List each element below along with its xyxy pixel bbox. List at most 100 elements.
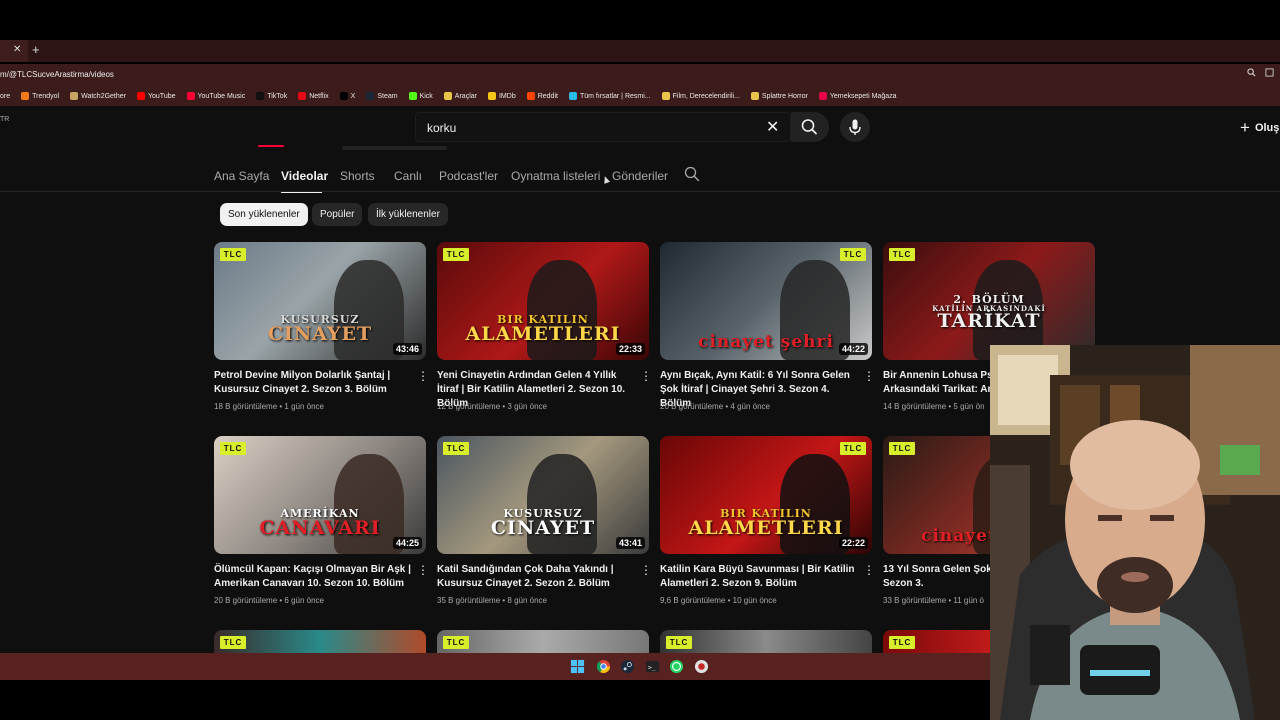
video-title[interactable]: Petrol Devine Milyon Dolarlık Şantaj | K… [214,369,414,397]
bookmark-star-icon[interactable] [1265,68,1274,77]
video-title[interactable]: Katilin Kara Büyü Savunması | Bir Katili… [660,563,860,591]
chrome-icon[interactable] [596,659,611,674]
video-card[interactable]: TLC BIR KATILIN ALAMETLERI 22:22 Katilin Kar… [660,436,875,605]
filter-chip[interactable]: İlk yüklenenler [368,203,448,226]
create-button[interactable]: + Oluş [1240,118,1279,138]
video-title[interactable]: Ölümcül Kapan: Kaçışı Olmayan Bir Aşk | … [214,563,414,591]
search-input[interactable]: korku [427,121,456,135]
video-card[interactable]: TLC BIR KATILIN ALAMETLERI 22:33 Yeni Cinaye… [437,242,652,411]
search-button[interactable] [791,112,829,142]
video-thumbnail[interactable]: TLC KUSURSUZ CINAYET 43:46 [214,242,426,360]
video-card[interactable]: TLC AMERİKAN CANAVARI 44:25 Ölümcül Kapan: K… [214,436,429,605]
more-options-icon[interactable]: ⋮ [417,564,429,576]
bookmark-item[interactable]: TikTok [256,92,287,100]
more-options-icon[interactable]: ⋮ [640,370,652,382]
bookmark-icon [443,92,452,100]
bookmark-item[interactable]: Watch2Gether [70,92,126,100]
more-options-icon[interactable]: ⋮ [417,370,429,382]
bookmark-icon [256,92,265,100]
view-count: 33 B görüntüleme [883,596,947,605]
filter-chip[interactable]: Son yüklenenler [220,203,308,226]
video-card[interactable]: TLC KUSURSUZ CINAYET 43:41 Katil Sandığından… [437,436,652,605]
bookmark-item[interactable]: X [339,92,356,100]
upload-age: 10 gün önce [732,596,777,605]
tab-canlı[interactable]: Canlı [394,169,422,183]
channel-search-button[interactable] [684,166,700,187]
bookmark-label: Yemeksepeti Mağaza [829,92,897,100]
video-card[interactable]: TLC 2. BÖLÜM KATİLİN ARKASINDAKİ TARİKAT Bir… [883,242,1095,411]
video-card[interactable]: TLC KUSURSUZ CINAYET 43:46 Petrol Devine Mil… [214,242,429,411]
bookmark-item[interactable]: Splattre Horror [750,92,808,100]
view-count: 14 B görüntüleme [883,402,947,411]
tab-oynatma-listeleri[interactable]: Oynatma listeleri [511,169,600,183]
search-box[interactable]: korku ✕ [415,112,791,142]
upload-age: 11 gün ö [953,596,984,605]
bookmark-item[interactable]: Steam [366,92,398,100]
more-options-icon[interactable]: ⋮ [863,370,875,382]
tab-gönderiler[interactable]: Gönderiler [612,169,668,183]
bookmark-icon [661,92,670,100]
url-text[interactable]: m/@TLCSucveArastirma/videos [0,70,114,79]
bookmark-item[interactable]: Netflix [298,92,329,100]
video-thumbnail[interactable]: TLC [437,630,649,653]
video-meta: 20 B görüntüleme • 4 gün önce [660,402,770,411]
tab-podcast-ler[interactable]: Podcast'ler [439,169,498,183]
app-icon[interactable] [694,659,709,674]
bookmark-item[interactable]: YouTube [136,92,176,100]
video-thumbnail[interactable]: TLC AMERİKAN CANAVARI 44:25 [214,436,426,554]
bookmark-item[interactable]: YouTube Music [186,92,245,100]
search-icon [801,119,817,135]
bookmark-label: X [350,92,356,100]
video-thumbnail[interactable]: TLC KUSURSUZ CINAYET 43:41 [437,436,649,554]
tlc-logo: TLC [840,442,866,455]
tlc-logo: TLC [840,248,866,261]
zoom-icon[interactable] [1247,68,1256,77]
video-duration: 22:33 [615,343,645,355]
filter-chip[interactable]: Popüler [312,203,363,226]
windows-start-icon[interactable] [570,659,585,674]
steam-icon[interactable] [620,659,635,674]
bookmark-item[interactable]: Tüm fırsatlar | Resmi... [568,92,651,100]
bookmark-item[interactable]: Araçlar [443,92,477,100]
bookmark-item[interactable]: ore [0,93,10,100]
bookmark-item[interactable]: IMDb [487,92,516,100]
bookmark-item[interactable]: Reddit [526,92,558,100]
video-thumbnail[interactable]: TLC 2. BÖLÜM KATİLİN ARKASINDAKİ TARİKAT [883,242,1095,360]
video-thumbnail[interactable]: TLC cinayet şehri 44:22 [660,242,872,360]
bookmark-label: Tüm fırsatlar | Resmi... [579,92,651,100]
svg-text:>_: >_ [648,663,656,671]
video-meta: 33 B görüntüleme • 11 gün ö [883,596,984,605]
whatsapp-icon[interactable] [669,659,684,674]
terminal-icon[interactable]: >_ [645,659,660,674]
upload-age: 8 gün önce [507,596,547,605]
video-thumbnail[interactable]: TLC BIR KATILIN ALAMETLERI 22:33 [437,242,649,360]
bookmark-item[interactable]: Kick [408,92,433,100]
new-tab-button[interactable]: + [32,42,40,57]
bookmark-label: Kick [419,92,433,100]
tab-videolar[interactable]: Videolar [281,169,328,183]
voice-search-button[interactable] [840,112,870,142]
bookmark-label: Reddit [537,92,558,100]
view-count: 35 B görüntüleme [437,596,501,605]
video-title[interactable]: Katil Sandığından Çok Daha Yakındı | Kus… [437,563,637,591]
more-options-icon[interactable]: ⋮ [640,564,652,576]
video-meta: 12 B görüntüleme • 3 gün önce [437,402,547,411]
browser-tab[interactable]: ✕ [0,40,28,62]
tab-ana-sayfa[interactable]: Ana Sayfa [214,169,269,183]
series-logo: KUSURSUZ CINAYET [267,313,373,345]
bookmark-item[interactable]: Trendyol [21,92,59,100]
create-label: Oluş [1254,122,1280,134]
address-bar[interactable]: m/@TLCSucveArastirma/videos [0,64,1280,86]
more-options-icon[interactable]: ⋮ [863,564,875,576]
video-thumbnail[interactable]: TLC BIR KATILIN ALAMETLERI 22:22 [660,436,872,554]
bookmark-item[interactable]: Yemeksepeti Mağaza [818,92,897,100]
clear-search-icon[interactable]: ✕ [766,117,779,137]
video-thumbnail[interactable]: TLC [214,630,426,653]
video-card[interactable]: TLC cinayet şehri 44:22 Aynı Bıçak, Aynı Ka… [660,242,875,411]
video-thumbnail[interactable]: TLC [660,630,872,653]
search-icon [684,166,700,182]
tab-shorts[interactable]: Shorts [340,169,375,183]
close-tab-icon[interactable]: ✕ [13,44,21,55]
bookmark-item[interactable]: Film, Derecelendirili... [661,92,740,100]
tlc-logo: TLC [443,248,469,261]
